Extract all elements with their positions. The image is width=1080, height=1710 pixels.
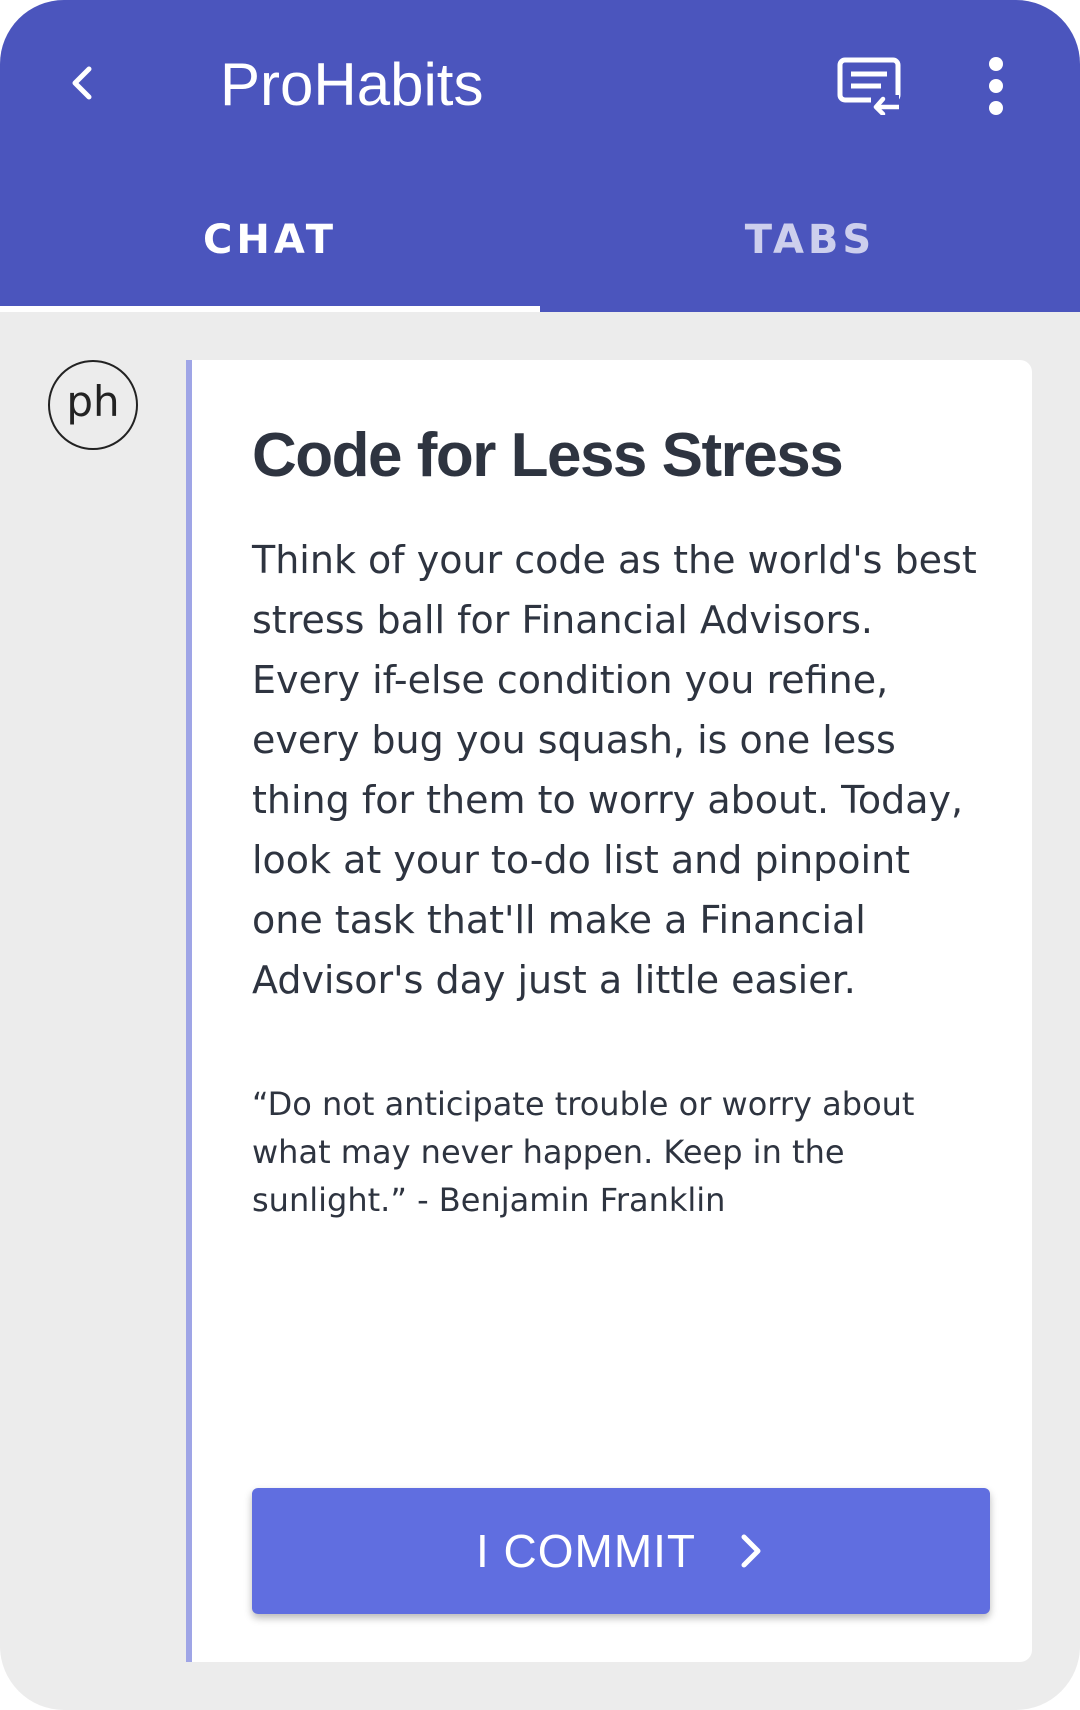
chat-swap-icon xyxy=(837,57,901,115)
chevron-left-icon xyxy=(72,66,92,100)
app-bar: ProHabits CHAT TABS xyxy=(0,0,1080,312)
selected-tab-indicator xyxy=(0,306,540,312)
commit-button[interactable]: I COMMIT xyxy=(252,1488,990,1614)
commit-button-label: I COMMIT xyxy=(475,1525,697,1577)
avatar-text: ph xyxy=(66,377,120,426)
app-screen: ProHabits CHAT TABS ph Code for Less Str… xyxy=(0,0,1080,1710)
message-title: Code for Less Stress xyxy=(252,421,844,490)
chat-switch-button[interactable] xyxy=(834,50,906,122)
tab-tabs-label: TABS xyxy=(744,217,876,263)
message-card: Code for Less Stress Think of your code … xyxy=(186,360,1032,1662)
message-quote: “Do not anticipate trouble or worry abou… xyxy=(252,1085,915,1219)
message-body: Think of your code as the world's best s… xyxy=(252,538,977,1002)
more-vertical-icon xyxy=(989,57,1003,115)
tab-chat-label: CHAT xyxy=(203,217,337,263)
bot-avatar: ph xyxy=(48,360,138,450)
tab-chat[interactable]: CHAT xyxy=(0,200,540,312)
back-button[interactable] xyxy=(50,50,116,116)
app-title: ProHabits xyxy=(220,51,484,118)
chevron-right-icon xyxy=(741,1534,761,1568)
tab-tabs[interactable]: TABS xyxy=(540,200,1080,312)
more-options-button[interactable] xyxy=(970,50,1022,122)
